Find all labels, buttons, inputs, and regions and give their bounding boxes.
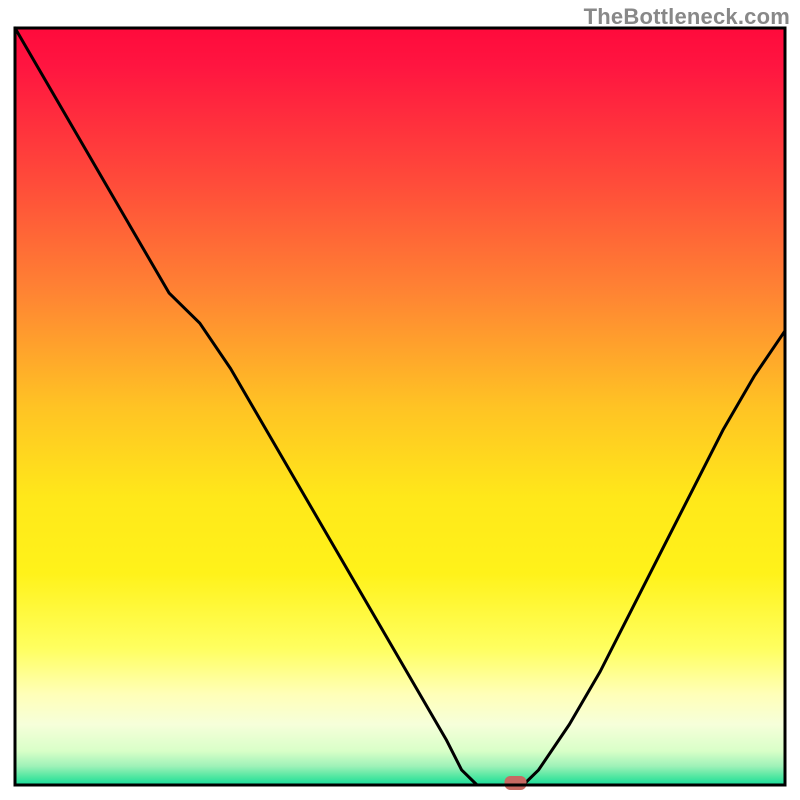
plot-background [15, 28, 785, 785]
bottleneck-chart [0, 0, 800, 800]
watermark-text: TheBottleneck.com [584, 4, 790, 30]
bottleneck-marker [505, 776, 527, 790]
chart-container: TheBottleneck.com [0, 0, 800, 800]
